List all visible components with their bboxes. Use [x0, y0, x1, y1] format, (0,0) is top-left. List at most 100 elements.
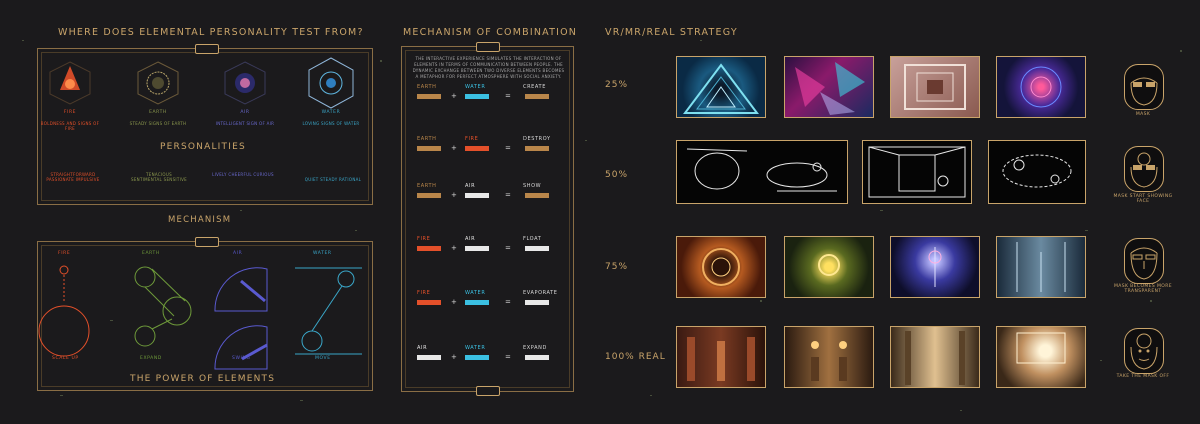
element-swatch	[465, 146, 489, 151]
left-panel-title: WHERE DOES ELEMENTAL PERSONALITY TEST FR…	[58, 27, 364, 38]
personality-fire: STRAIGHTFORWARD PASSIONATE IMPULSIVE	[46, 172, 100, 182]
combination-element-a: FIRE	[417, 236, 431, 242]
level-100: 100% REAL	[605, 352, 666, 362]
earth-expand-diagram	[134, 266, 192, 347]
level-25: 25%	[605, 80, 629, 90]
combination-element-b: WATER	[465, 290, 486, 296]
mechanism-title: MECHANISM	[168, 215, 232, 225]
plus-sign: +	[451, 144, 457, 152]
frame-ornament	[476, 386, 500, 396]
fire-icon	[49, 61, 91, 105]
result-swatch	[525, 246, 549, 251]
combination-row: FIRE WATER EVAPORATE + =	[413, 290, 568, 312]
element-name-fire: FIRE	[63, 110, 77, 115]
mask-icon-transparent	[1124, 238, 1164, 284]
plus-sign: +	[451, 353, 457, 361]
result-swatch	[525, 94, 549, 99]
mr-sketch-wide[interactable]	[676, 140, 848, 204]
vr-thumb-portal[interactable]	[996, 56, 1086, 118]
result-swatch	[525, 300, 549, 305]
mechanism-diagrams	[38, 265, 362, 370]
mask-caption-75: MASK BECOMES MORE TRANSPARENT	[1113, 284, 1173, 294]
right-panel-title: VR/MR/REAL STRATEGY	[605, 27, 738, 38]
plus-sign: +	[451, 92, 457, 100]
personality-air: LIVELY CHEERFUL CURIOUS	[212, 172, 274, 177]
combination-element-a: EARTH	[417, 84, 437, 90]
mr-render-rings[interactable]	[676, 236, 766, 298]
level-75: 75%	[605, 262, 629, 272]
level-50: 50%	[605, 170, 629, 180]
element-swatch	[465, 193, 489, 198]
earth-icon	[137, 61, 179, 105]
mr-sketch-corridor[interactable]	[862, 140, 972, 204]
vr-thumb-tunnel[interactable]	[890, 56, 980, 118]
middle-panel-title: MECHANISM OF COMBINATION	[403, 27, 578, 38]
mask-caption-25: MASK	[1135, 112, 1151, 117]
combination-result: FLOAT	[523, 236, 542, 242]
mr-render-garden[interactable]	[784, 236, 874, 298]
mask-icon-face	[1124, 328, 1164, 374]
personality-earth: TENACIOUS SENTIMENTAL SENSITIVE	[131, 172, 187, 182]
personality-water: QUIET STEADY RATIONAL	[304, 177, 362, 182]
combination-element-b: AIR	[465, 183, 476, 189]
combination-element-b: WATER	[465, 84, 486, 90]
element-name-water: WATER	[321, 110, 341, 115]
mask-caption-50: MASK START SHOWING FACE	[1113, 194, 1173, 204]
real-photo-window[interactable]	[996, 326, 1086, 388]
mechanism-water-action: MOVE	[315, 356, 331, 361]
combination-element-b: AIR	[465, 236, 476, 242]
mechanism-fire-label: FIRE	[58, 251, 71, 256]
combination-element-b: WATER	[465, 345, 486, 351]
real-photo-columns[interactable]	[890, 326, 980, 388]
combination-element-a: EARTH	[417, 183, 437, 189]
element-caption-water: LOVING SIGNS OF WATER	[302, 121, 360, 126]
element-swatch	[465, 246, 489, 251]
element-swatch	[417, 146, 441, 151]
mechanism-air-action: SWING	[232, 356, 251, 361]
equals-sign: =	[505, 298, 511, 306]
equals-sign: =	[505, 191, 511, 199]
water-move-diagram	[295, 267, 362, 355]
fire-scale-diagram	[38, 265, 90, 357]
element-swatch	[465, 300, 489, 305]
element-caption-fire: BOLDNESS AND SIGNS OF FIRE	[40, 121, 100, 131]
mask-icon-half	[1124, 146, 1164, 192]
element-swatch	[417, 355, 441, 360]
equals-sign: =	[505, 144, 511, 152]
mask-icon-full	[1124, 64, 1164, 110]
element-swatch	[417, 94, 441, 99]
plus-sign: +	[451, 298, 457, 306]
equals-sign: =	[505, 244, 511, 252]
element-swatch	[465, 355, 489, 360]
plus-sign: +	[451, 244, 457, 252]
mr-render-cathedral[interactable]	[890, 236, 980, 298]
equals-sign: =	[505, 353, 511, 361]
equals-sign: =	[505, 92, 511, 100]
combination-intro: THE INTERACTIVE EXPERIENCE SIMULATES THE…	[412, 56, 565, 79]
element-name-earth: EARTH	[149, 110, 167, 115]
mr-sketch-orbit[interactable]	[988, 140, 1086, 204]
vr-thumb-triangles[interactable]	[676, 56, 766, 118]
combination-row: AIR WATER EXPAND + =	[413, 345, 568, 367]
vr-thumb-shards[interactable]	[784, 56, 874, 118]
real-photo-lobby[interactable]	[676, 326, 766, 388]
combination-element-a: FIRE	[417, 290, 431, 296]
real-photo-lamps[interactable]	[784, 326, 874, 388]
combination-element-a: EARTH	[417, 136, 437, 142]
personalities-title: PERSONALITIES	[160, 142, 246, 152]
combination-result: CREATE	[523, 84, 546, 90]
combination-result: EVAPORATE	[523, 290, 558, 296]
combination-element-b: FIRE	[465, 136, 479, 142]
frame-ornament	[476, 42, 500, 52]
combination-element-a: AIR	[417, 345, 428, 351]
element-caption-earth: STEADY SIGNS OF EARTH	[129, 121, 187, 126]
combination-result: EXPAND	[523, 345, 547, 351]
mechanism-earth-label: EARTH	[142, 251, 160, 256]
air-icon	[224, 61, 266, 105]
element-name-air: AIR	[240, 110, 250, 115]
element-swatch	[465, 94, 489, 99]
combination-row: EARTH AIR SHOW + =	[413, 183, 568, 205]
element-swatch	[417, 246, 441, 251]
mr-render-hall[interactable]	[996, 236, 1086, 298]
element-swatch	[417, 193, 441, 198]
